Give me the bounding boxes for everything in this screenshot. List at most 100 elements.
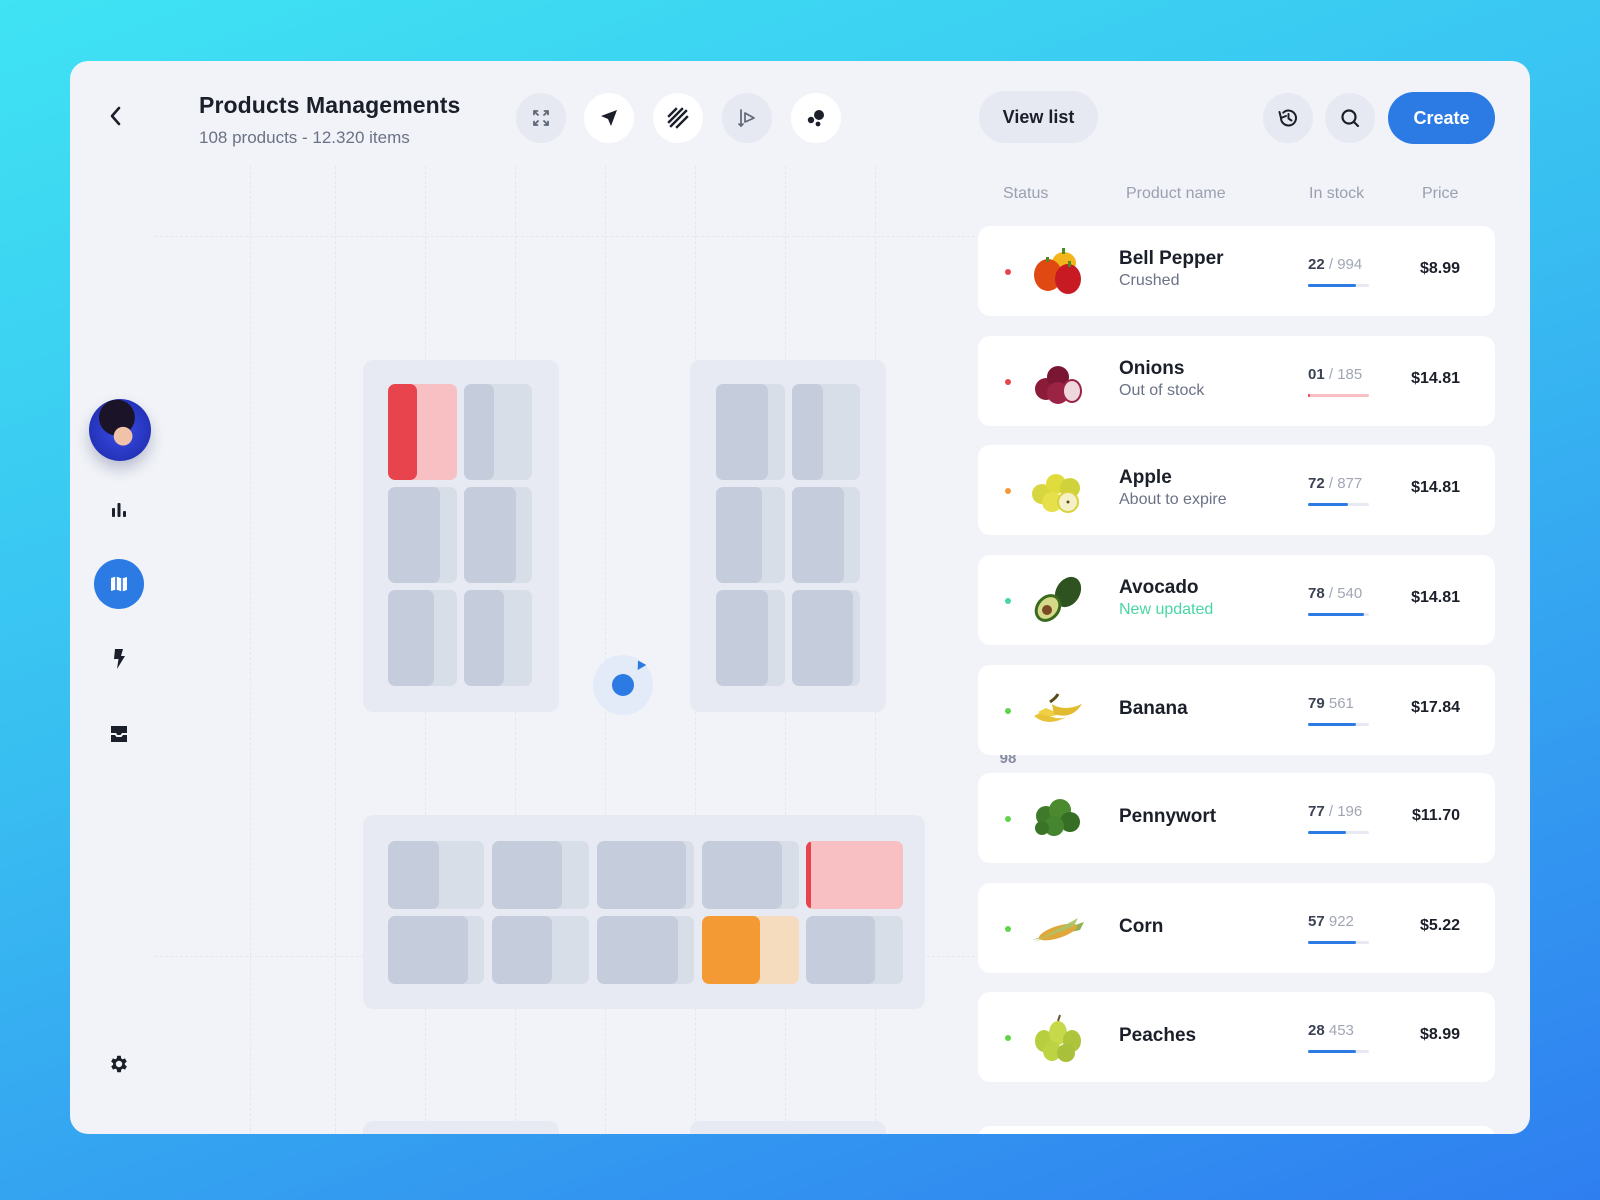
product-price: $17.84 [1411, 699, 1460, 716]
sidebar-item-flash[interactable] [94, 634, 144, 684]
stock-total: 561 [1328, 695, 1354, 712]
pattern-button[interactable] [653, 93, 703, 143]
product-price: $14.81 [1411, 370, 1460, 387]
shelf-c[interactable] [363, 815, 925, 1009]
stock-total: 994 [1337, 256, 1363, 273]
slot[interactable] [464, 487, 532, 583]
product-status-note: About to expire [1119, 491, 1227, 508]
stock-progress-bar [1308, 1050, 1369, 1053]
slot[interactable] [702, 841, 799, 909]
cluster-icon [807, 110, 824, 127]
status-dot-icon [1005, 379, 1011, 385]
product-row[interactable]: Bell Pepper Crushed 22 / 994 $8.99 [978, 226, 1495, 316]
product-thumbnail [1028, 572, 1088, 628]
product-row[interactable]: Peaches 28 453 $8.99 [978, 992, 1495, 1082]
stock-progress-fill [1308, 941, 1356, 944]
stock-current: 22 [1308, 256, 1325, 273]
product-thumbnail [1028, 353, 1088, 409]
slot[interactable] [792, 590, 860, 686]
settings-button[interactable] [94, 1039, 144, 1089]
slot[interactable] [492, 916, 589, 984]
status-dot-icon [1005, 926, 1011, 932]
stock-progress-bar [1308, 284, 1369, 287]
product-row[interactable]: Onions Out of stock 01 / 185 $14.81 [978, 336, 1495, 426]
slot[interactable] [716, 590, 785, 686]
sidebar-item-stats[interactable] [94, 484, 144, 534]
view-list-button[interactable]: View list [979, 91, 1098, 143]
back-button[interactable] [100, 101, 130, 131]
stock-current: 77 [1308, 803, 1325, 820]
slot[interactable] [792, 487, 860, 583]
warehouse-map[interactable]: 2 5 3 98 [155, 166, 1016, 1134]
slot[interactable] [464, 384, 532, 480]
stock-progress-bar [1308, 503, 1369, 506]
status-dot-icon [1005, 269, 1011, 275]
shelf-d[interactable] [363, 1121, 559, 1134]
stock-count: 78 / 540 [1308, 585, 1362, 602]
chevron-left-icon [110, 106, 121, 126]
slot-crushed[interactable] [806, 841, 903, 909]
navigate-button[interactable] [584, 93, 634, 143]
product-row-partial[interactable] [978, 1126, 1495, 1134]
slot[interactable] [597, 841, 694, 909]
slot[interactable] [388, 841, 484, 909]
status-dot-icon [1005, 816, 1011, 822]
column-header-price[interactable]: Price [1422, 185, 1458, 203]
slot[interactable] [716, 384, 785, 480]
current-location-marker[interactable] [593, 655, 653, 715]
shelf-e[interactable] [690, 1121, 886, 1134]
stock-progress-bar [1308, 723, 1369, 726]
stock-count: 77 / 196 [1308, 803, 1362, 820]
history-button[interactable] [1263, 93, 1313, 143]
slot[interactable] [806, 916, 903, 984]
slot[interactable] [388, 487, 457, 583]
product-row[interactable]: Banana 79 561 $17.84 [978, 665, 1495, 755]
slot[interactable] [792, 384, 860, 480]
navigation-icon [601, 110, 617, 126]
fullscreen-button[interactable] [516, 93, 566, 143]
product-name: Pennywort [1119, 806, 1217, 827]
column-header-in-stock[interactable]: In stock [1309, 185, 1364, 203]
stock-total: 540 [1337, 585, 1363, 602]
product-thumbnail [1028, 682, 1088, 738]
stock-separator: / [1328, 256, 1334, 273]
user-avatar[interactable] [89, 399, 151, 461]
create-button[interactable]: Create [1388, 92, 1495, 144]
search-icon [1341, 109, 1360, 128]
status-dot-icon [1005, 708, 1011, 714]
map-icon [111, 576, 127, 592]
product-row[interactable]: Apple About to expire 72 / 877 $14.81 [978, 445, 1495, 535]
slot[interactable] [388, 916, 484, 984]
sidebar-item-map[interactable] [94, 559, 144, 609]
product-thumbnail [1028, 790, 1088, 846]
shelf-a[interactable] [363, 360, 559, 712]
slot[interactable] [464, 590, 532, 686]
stock-progress-bar [1308, 941, 1369, 944]
slot-expiring[interactable] [702, 916, 799, 984]
stock-progress-bar [1308, 613, 1369, 616]
slot-crushed[interactable] [388, 384, 457, 480]
slot[interactable] [492, 841, 589, 909]
product-row[interactable]: Pennywort 77 / 196 $11.70 [978, 773, 1495, 863]
page-subtitle: 108 products - 12.320 items [199, 128, 410, 147]
product-name: Corn [1119, 916, 1164, 937]
stock-separator: / [1328, 585, 1334, 602]
product-thumbnail [1028, 462, 1088, 518]
product-row[interactable]: Corn 57 922 $5.22 [978, 883, 1495, 973]
column-header-product-name[interactable]: Product name [1126, 185, 1226, 203]
slot[interactable] [716, 487, 785, 583]
sidebar-item-inbox[interactable] [94, 709, 144, 759]
inbox-icon [111, 726, 127, 742]
stock-progress-fill [1308, 284, 1356, 287]
search-button[interactable] [1325, 93, 1375, 143]
expand-icon [533, 110, 549, 126]
slot[interactable] [388, 590, 457, 686]
cluster-button[interactable] [791, 93, 841, 143]
route-button[interactable] [722, 93, 772, 143]
shelf-b[interactable] [690, 360, 886, 712]
route-flag-icon [738, 109, 755, 127]
product-price: $8.99 [1419, 260, 1460, 277]
product-row[interactable]: Avocado New updated 78 / 540 $14.81 [978, 555, 1495, 645]
slot[interactable] [597, 916, 694, 984]
product-price: $5.22 [1419, 917, 1460, 934]
